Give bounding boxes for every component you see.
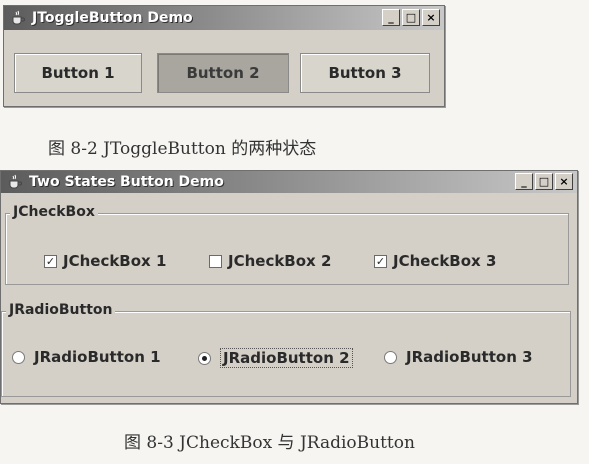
checkbox-2-label: JCheckBox 2 (228, 252, 332, 270)
window-title: JToggleButton Demo (32, 10, 193, 26)
checkbox-3-box[interactable]: ✓ (374, 254, 387, 268)
toggle-button-demo-window: JToggleButton Demo _ □ × Button 1 Button… (3, 5, 445, 107)
radio-button-2[interactable]: JRadioButton 2 (198, 348, 353, 368)
window-title: Two States Button Demo (29, 174, 224, 190)
radio-group: JRadioButton JRadioButton 1 JRadioButton… (1, 302, 571, 397)
radio-1-circle[interactable] (12, 350, 25, 364)
maximize-button[interactable]: □ (535, 173, 553, 190)
toggle-button-2[interactable]: Button 2 (157, 53, 289, 93)
checkbox-1[interactable]: ✓ JCheckBox 1 (44, 252, 166, 270)
checkbox-3[interactable]: ✓ JCheckBox 3 (374, 252, 496, 270)
radio-3-label: JRadioButton 3 (406, 348, 533, 366)
toggle-demo-titlebar[interactable]: JToggleButton Demo _ □ × (4, 6, 444, 30)
radio-button-3[interactable]: JRadioButton 3 (384, 348, 533, 366)
java-cup-icon (7, 174, 23, 190)
figure-caption-8-3: 图 8-3 JCheckBox 与 JRadioButton (124, 433, 415, 453)
maximize-button[interactable]: □ (402, 9, 420, 26)
radio-group-title: JRadioButton (6, 302, 116, 318)
two-states-titlebar[interactable]: Two States Button Demo _ □ × (1, 171, 577, 193)
window-controls: _ □ × (382, 9, 440, 26)
two-states-button-demo-window: Two States Button Demo _ □ × JCheckBox ✓… (0, 170, 578, 404)
radio-2-label: JRadioButton 2 (220, 348, 353, 368)
checkbox-3-label: JCheckBox 3 (393, 252, 497, 270)
checkbox-2[interactable]: JCheckBox 2 (209, 252, 331, 270)
radio-1-label: JRadioButton 1 (34, 348, 161, 366)
minimize-button[interactable]: _ (382, 9, 400, 26)
toggle-button-1[interactable]: Button 1 (14, 53, 142, 93)
checkbox-group-title: JCheckBox (10, 204, 98, 220)
java-cup-icon (10, 10, 26, 26)
radio-button-1[interactable]: JRadioButton 1 (12, 348, 161, 366)
close-button[interactable]: × (555, 173, 573, 190)
radio-2-circle[interactable] (198, 351, 211, 365)
window-controls: _ □ × (515, 173, 573, 190)
toggle-button-3[interactable]: Button 3 (300, 53, 430, 93)
checkbox-1-box[interactable]: ✓ (44, 254, 57, 268)
radio-selected-dot (202, 355, 207, 361)
figure-caption-8-2: 图 8-2 JToggleButton 的两种状态 (48, 139, 317, 159)
close-button[interactable]: × (422, 9, 440, 26)
checkbox-group: JCheckBox ✓ JCheckBox 1 JCheckBox 2 ✓ JC… (5, 204, 569, 285)
checkbox-1-label: JCheckBox 1 (63, 252, 167, 270)
minimize-button[interactable]: _ (515, 173, 533, 190)
radio-3-circle[interactable] (384, 350, 397, 364)
checkbox-2-box[interactable] (209, 254, 222, 268)
